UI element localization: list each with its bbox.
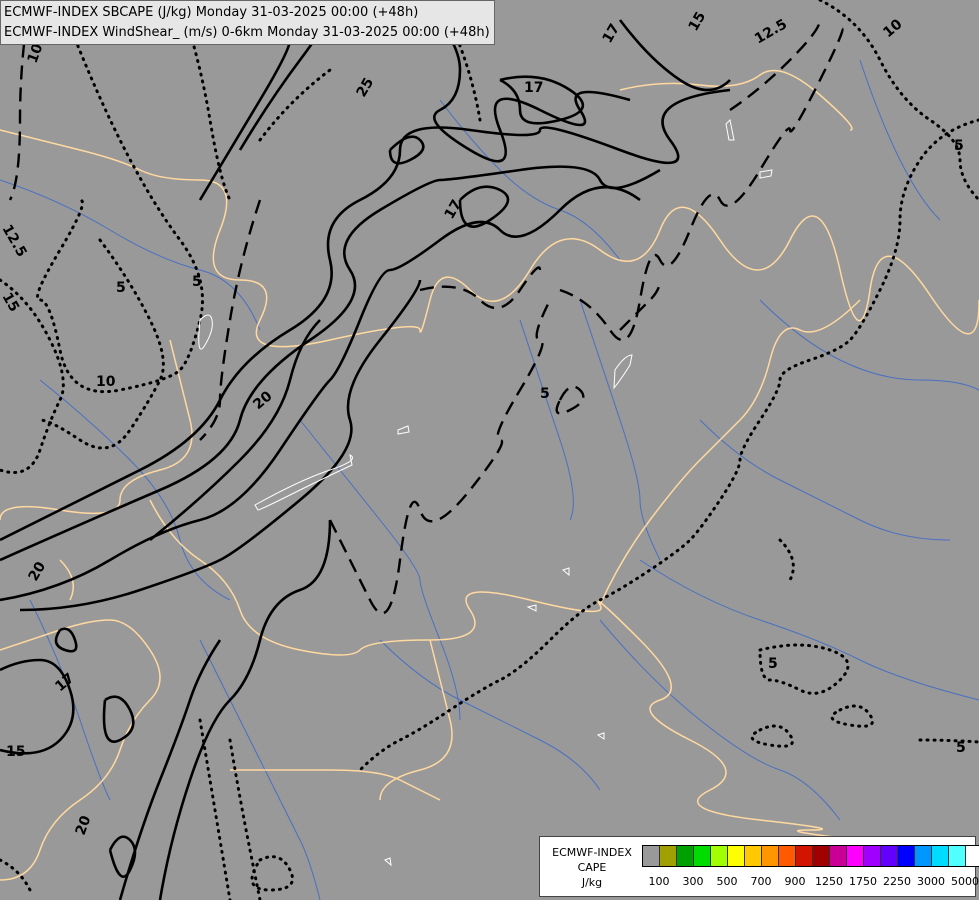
contour-label: 5 [954, 138, 964, 154]
legend-tick-label: 700 [750, 875, 772, 888]
contour-label: 5 [540, 386, 550, 402]
contour-label: 10 [880, 16, 905, 41]
legend-swatch [796, 846, 813, 866]
contour-label: 15 [0, 290, 22, 315]
contour-label: 25 [354, 75, 378, 100]
legend-tick-label: 5000 [951, 875, 979, 888]
legend-swatch [915, 846, 932, 866]
dotted-contours [0, 0, 979, 900]
legend-field: CAPE [577, 861, 607, 874]
contour-label: 15 [6, 744, 25, 760]
legend-title: ECMWF-INDEX CAPE J/kg [544, 845, 640, 890]
legend-swatch [813, 846, 830, 866]
legend-color-scale [642, 845, 979, 867]
lakes [198, 118, 773, 867]
legend-swatch [949, 846, 966, 866]
legend-swatch [728, 846, 745, 866]
contour-label: 20 [26, 559, 50, 584]
legend-tick-label: 100 [648, 875, 670, 888]
contour-label: 20 [73, 813, 95, 837]
legend-swatch [762, 846, 779, 866]
legend-swatch [881, 846, 898, 866]
legend-swatch [711, 846, 728, 866]
legend-swatch [966, 846, 979, 866]
contour-label: 5 [768, 656, 778, 672]
contour-label: 12.5 [0, 222, 30, 260]
legend-swatch [847, 846, 864, 866]
legend-swatch [864, 846, 881, 866]
legend-model: ECMWF-INDEX [552, 846, 632, 859]
weather-map: 10 12.5 15 5 5 10 20 20 17 15 20 25 17 1… [0, 0, 979, 900]
legend-swatch [694, 846, 711, 866]
map-title-box: ECMWF-INDEX SBCAPE (J/kg) Monday 31-03-2… [0, 0, 495, 45]
contour-label: 5 [116, 280, 126, 296]
contour-label: 17 [524, 80, 543, 96]
legend-swatch [643, 846, 660, 866]
contour-label: 5 [956, 740, 966, 756]
title-line-windshear: ECMWF-INDEX WindShear_ (m/s) 0-6km Monda… [4, 25, 490, 40]
contour-label: 10 [96, 374, 116, 390]
contour-label: 15 [686, 9, 710, 34]
legend-tick-label: 1250 [815, 875, 843, 888]
contour-label: 5 [192, 274, 202, 290]
title-line-sbcape: ECMWF-INDEX SBCAPE (J/kg) Monday 31-03-2… [4, 5, 419, 20]
contour-label: 17 [600, 21, 624, 46]
contour-labels: 10 12.5 15 5 5 10 20 20 17 15 20 25 17 1… [0, 9, 966, 837]
legend-tick-label: 300 [682, 875, 704, 888]
legend-swatch [660, 846, 677, 866]
legend-swatch [932, 846, 949, 866]
cape-legend: ECMWF-INDEX CAPE J/kg 100 300 500 700 900 125… [539, 836, 979, 897]
legend-tick-label: 2250 [883, 875, 911, 888]
legend-swatch [830, 846, 847, 866]
contour-label: 12.5 [752, 16, 790, 47]
legend-swatch [745, 846, 762, 866]
legend-tick-label: 1750 [849, 875, 877, 888]
legend-tick-label: 900 [784, 875, 806, 888]
legend-unit: J/kg [581, 876, 603, 889]
legend-swatch [898, 846, 915, 866]
legend-swatch [677, 846, 694, 866]
legend-swatch [779, 846, 796, 866]
legend-tick-label: 3000 [917, 875, 945, 888]
contour-label: 17 [52, 670, 77, 695]
legend-tick-label: 500 [716, 875, 738, 888]
legend-tick-labels: 100 300 500 700 900 1250 1750 2250 3000 5000 [642, 875, 979, 889]
